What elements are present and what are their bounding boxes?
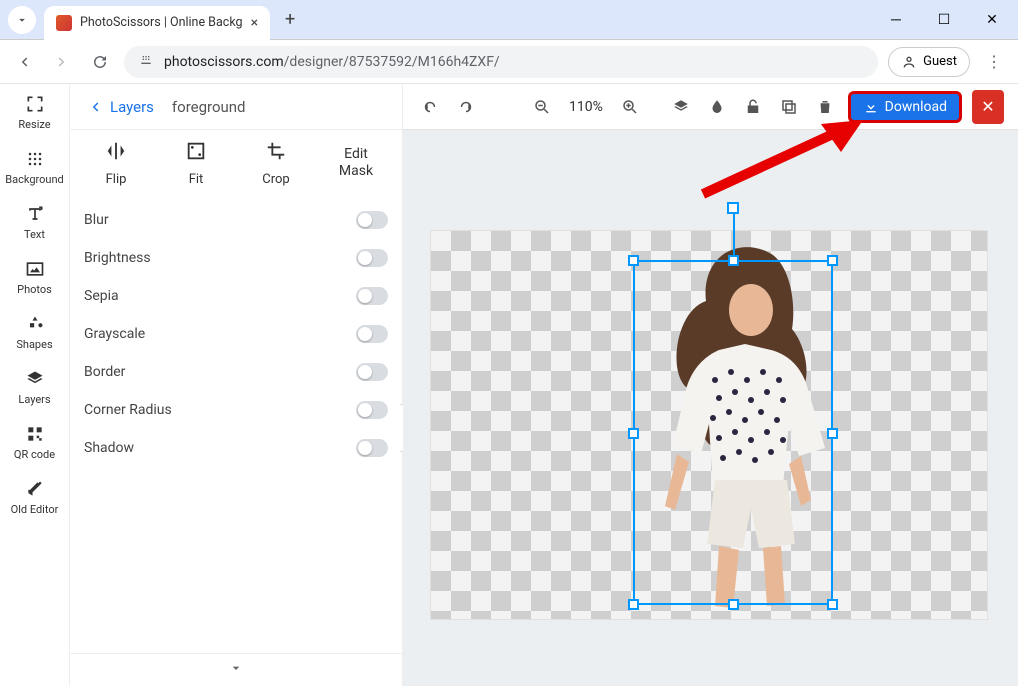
window-controls: ─ ☐ ✕ <box>878 6 1010 34</box>
close-editor-button[interactable]: ✕ <box>972 90 1004 124</box>
adjustments-list: Blur Brightness Sepia Grayscale Border C… <box>70 197 402 467</box>
selection-box[interactable] <box>633 260 833 605</box>
rotate-line <box>733 209 735 255</box>
border-toggle[interactable] <box>356 363 388 381</box>
resize-handle-br[interactable] <box>827 599 838 610</box>
sidebar-item-qrcode[interactable]: QR code <box>0 424 69 461</box>
browser-menu-button[interactable]: ⋮ <box>980 48 1008 76</box>
undo-button[interactable] <box>417 94 443 120</box>
layers-panel: Layers foreground Flip Fit Crop Edit Mas… <box>70 84 403 686</box>
shadow-toggle[interactable] <box>356 439 388 457</box>
sepia-toggle[interactable] <box>356 287 388 305</box>
sidebar-item-layers[interactable]: Layers <box>0 369 69 406</box>
sidebar-item-old-editor[interactable]: Old Editor <box>0 479 69 516</box>
tab-search-dropdown[interactable] <box>8 6 36 34</box>
blur-toggle[interactable] <box>356 211 388 229</box>
brightness-toggle[interactable] <box>356 249 388 267</box>
sidebar-item-background[interactable]: Background <box>0 149 69 186</box>
maximize-button[interactable]: ☐ <box>926 6 962 34</box>
minimize-button[interactable]: ─ <box>878 6 914 34</box>
resize-handle-ml[interactable] <box>628 428 639 439</box>
browser-tab[interactable]: PhotoScissors | Online Backg × <box>44 6 270 40</box>
tab-close-icon[interactable]: × <box>251 15 258 31</box>
back-button[interactable] <box>10 48 38 76</box>
panel-footer <box>70 653 402 686</box>
edit-mask-button[interactable]: Edit Mask <box>316 140 396 187</box>
layers-panel-header: Layers foreground <box>70 84 402 130</box>
address-bar: photoscissors.com/designer/87537592/M166… <box>0 40 1018 84</box>
current-layer-label: foreground <box>172 98 246 116</box>
resize-handle-bm[interactable] <box>728 599 739 610</box>
back-to-layers-button[interactable]: Layers <box>86 98 154 116</box>
grayscale-toggle[interactable] <box>356 325 388 343</box>
adjust-grayscale: Grayscale <box>84 315 388 353</box>
resize-handle-tl[interactable] <box>628 255 639 266</box>
adjust-brightness: Brightness <box>84 239 388 277</box>
zoom-in-button[interactable] <box>617 94 643 120</box>
layers-icon[interactable] <box>668 94 694 120</box>
sidebar-rail: Resize Background Text Photos Shapes Lay… <box>0 84 70 686</box>
adjust-corner-radius: Corner Radius <box>84 391 388 429</box>
corner-radius-toggle[interactable] <box>356 401 388 419</box>
resize-handle-bl[interactable] <box>628 599 639 610</box>
panel-footer-chevron-icon[interactable] <box>228 660 244 680</box>
canvas-area: 110% Download ✕ <box>403 84 1018 686</box>
layer-tools-row: Flip Fit Crop Edit Mask <box>70 130 402 197</box>
sidebar-item-photos[interactable]: Photos <box>0 259 69 296</box>
adjust-sepia: Sepia <box>84 277 388 315</box>
adjust-border: Border <box>84 353 388 391</box>
adjust-shadow: Shadow <box>84 429 388 467</box>
close-window-button[interactable]: ✕ <box>974 6 1010 34</box>
sidebar-item-shapes[interactable]: Shapes <box>0 314 69 351</box>
tab-title: PhotoScissors | Online Backg <box>80 15 243 30</box>
favicon-icon <box>56 15 72 31</box>
download-icon <box>863 99 879 115</box>
flip-tool[interactable]: Flip <box>76 140 156 187</box>
annotation-arrow-icon <box>693 114 863 204</box>
crop-tool[interactable]: Crop <box>236 140 316 187</box>
forward-button[interactable] <box>48 48 76 76</box>
profile-guest-chip[interactable]: Guest <box>888 47 970 77</box>
sidebar-item-text[interactable]: Text <box>0 204 69 241</box>
download-button[interactable]: Download <box>848 91 962 123</box>
resize-handle-tr[interactable] <box>827 255 838 266</box>
url-bar[interactable]: photoscissors.com/designer/87537592/M166… <box>124 46 878 78</box>
zoom-out-button[interactable] <box>529 94 555 120</box>
zoom-level-label: 110% <box>565 99 607 115</box>
resize-handle-mr[interactable] <box>827 428 838 439</box>
fit-tool[interactable]: Fit <box>156 140 236 187</box>
url-text: photoscissors.com/designer/87537592/M166… <box>164 54 500 70</box>
site-settings-icon[interactable] <box>138 52 154 72</box>
app-body: Resize Background Text Photos Shapes Lay… <box>0 84 1018 686</box>
adjust-blur: Blur <box>84 201 388 239</box>
reload-button[interactable] <box>86 48 114 76</box>
redo-button[interactable] <box>453 94 479 120</box>
browser-tab-strip: PhotoScissors | Online Backg × + ─ ☐ ✕ <box>0 0 1018 40</box>
resize-handle-tm[interactable] <box>728 255 739 266</box>
sidebar-item-resize[interactable]: Resize <box>0 94 69 131</box>
canvas[interactable] <box>403 130 1018 686</box>
new-tab-button[interactable]: + <box>276 6 304 34</box>
